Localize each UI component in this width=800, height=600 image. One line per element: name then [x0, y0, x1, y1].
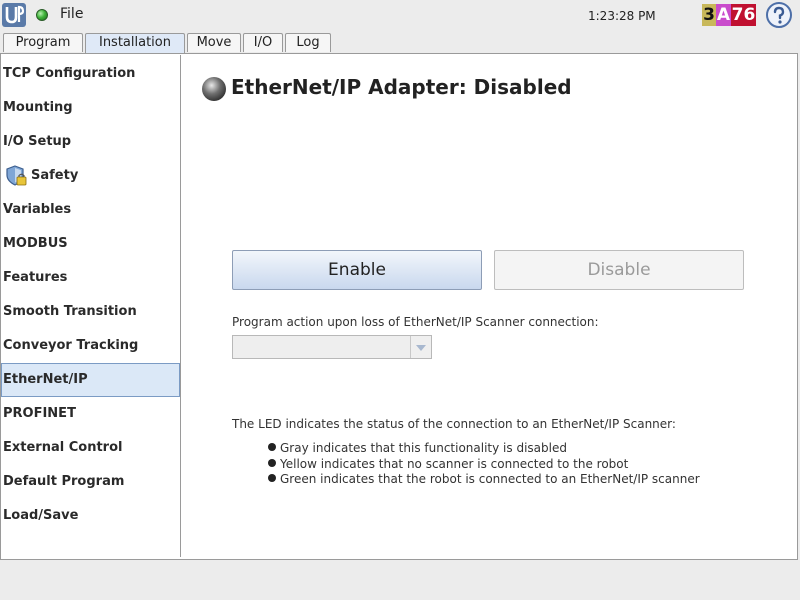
sidebar-item-label: PROFINET: [3, 406, 76, 421]
sidebar-item-label: Load/Save: [3, 508, 79, 523]
tab-move[interactable]: Move: [187, 33, 241, 52]
robot-status-led-icon[interactable]: [36, 9, 48, 21]
sidebar-item-smooth-transition[interactable]: Smooth Transition: [1, 295, 180, 329]
list-item: Green indicates that the robot is connec…: [268, 472, 700, 486]
top-bar: File 1:23:28 PM 3 A 76: [0, 0, 800, 32]
sidebar-item-label: TCP Configuration: [3, 66, 136, 81]
sidebar-item-io-setup[interactable]: I/O Setup: [1, 125, 180, 159]
sidebar-item-label: Features: [3, 270, 68, 285]
sidebar-item-label: Safety: [31, 168, 79, 183]
led-info-text: The LED indicates the status of the conn…: [232, 417, 676, 431]
sidebar-item-label: Conveyor Tracking: [3, 338, 139, 353]
clock: 1:23:28 PM: [588, 9, 656, 23]
sidebar-item-mounting[interactable]: Mounting: [1, 91, 180, 125]
ur-logo-icon[interactable]: [2, 3, 26, 27]
sidebar-item-profinet[interactable]: PROFINET: [1, 397, 180, 431]
sidebar-item-label: I/O Setup: [3, 134, 72, 149]
sidebar-item-features[interactable]: Features: [1, 261, 180, 295]
speed-badge-part: 76: [731, 4, 756, 26]
sidebar-item-load-save[interactable]: Load/Save: [1, 499, 180, 533]
loss-action-label: Program action upon loss of EtherNet/IP …: [232, 315, 599, 329]
sidebar-item-tcp-configuration[interactable]: TCP Configuration: [1, 57, 180, 91]
tab-program[interactable]: Program: [3, 33, 83, 52]
sidebar-item-ethernet-ip[interactable]: EtherNet/IP: [1, 363, 180, 397]
speed-badge-part: 3: [702, 4, 716, 26]
chevron-down-icon[interactable]: [410, 336, 431, 358]
ethernet-ip-panel: EtherNet/IP Adapter: Disabled Enable Dis…: [182, 55, 797, 557]
tab-log[interactable]: Log: [285, 33, 331, 52]
enable-button[interactable]: Enable: [232, 250, 482, 290]
sidebar-item-label: Default Program: [3, 474, 125, 489]
adapter-status-led-icon: [202, 77, 226, 101]
tab-installation[interactable]: Installation: [85, 33, 185, 53]
bullet-text: Yellow indicates that no scanner is conn…: [280, 457, 629, 471]
sidebar-item-safety[interactable]: Safety: [1, 159, 180, 193]
speed-badge[interactable]: 3 A 76: [702, 4, 756, 26]
bullet-icon: [268, 459, 276, 467]
bullet-icon: [268, 474, 276, 482]
tab-io[interactable]: I/O: [243, 33, 283, 52]
sidebar-item-conveyor-tracking[interactable]: Conveyor Tracking: [1, 329, 180, 363]
sidebar-item-variables[interactable]: Variables: [1, 193, 180, 227]
safety-shield-icon: [6, 165, 27, 186]
sidebar-item-default-program[interactable]: Default Program: [1, 465, 180, 499]
bullet-text: Green indicates that the robot is connec…: [280, 472, 700, 486]
speed-badge-part: A: [716, 4, 731, 26]
main-tabs: Program Installation Move I/O Log: [0, 33, 800, 53]
loss-action-dropdown[interactable]: [232, 335, 432, 359]
sidebar-item-label: External Control: [3, 440, 123, 455]
installation-sidebar: TCP Configuration Mounting I/O Setup Saf…: [1, 55, 181, 557]
file-menu[interactable]: File: [60, 6, 83, 22]
disable-button[interactable]: Disable: [494, 250, 744, 290]
sidebar-item-external-control[interactable]: External Control: [1, 431, 180, 465]
sidebar-item-label: Mounting: [3, 100, 73, 115]
sidebar-item-modbus[interactable]: MODBUS: [1, 227, 180, 261]
help-icon[interactable]: [766, 2, 792, 28]
list-item: Gray indicates that this functionality i…: [268, 441, 567, 455]
list-item: Yellow indicates that no scanner is conn…: [268, 457, 628, 471]
sidebar-item-label: MODBUS: [3, 236, 68, 251]
sidebar-item-label: EtherNet/IP: [3, 372, 88, 387]
bullet-icon: [268, 443, 276, 451]
page-title: EtherNet/IP Adapter: Disabled: [231, 75, 572, 99]
bullet-text: Gray indicates that this functionality i…: [280, 441, 567, 455]
bottom-strip: [0, 560, 800, 600]
sidebar-item-label: Variables: [3, 202, 72, 217]
sidebar-item-label: Smooth Transition: [3, 304, 137, 319]
